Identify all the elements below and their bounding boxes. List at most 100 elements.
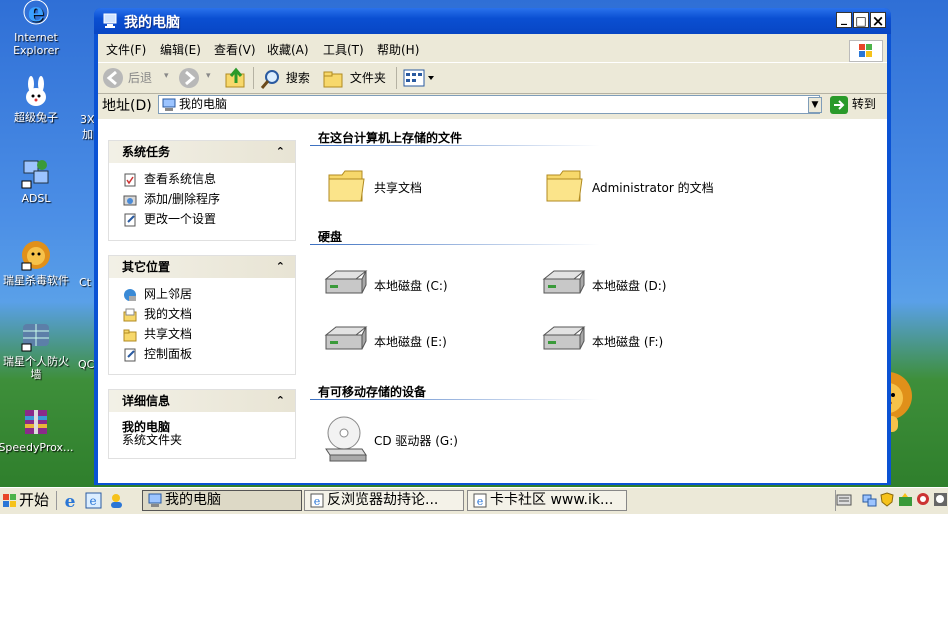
system-tasks-header[interactable]: 系统任务 ⌃ bbox=[109, 141, 295, 163]
other-places-header[interactable]: 其它位置 ⌃ bbox=[109, 256, 295, 278]
back-button[interactable]: 后退 bbox=[102, 67, 162, 89]
hard-drive-icon bbox=[542, 326, 586, 350]
taskbar-item-kaka[interactable]: e 卡卡社区 www.ik... bbox=[467, 490, 627, 511]
desktop-icon-label: ADSL bbox=[21, 192, 51, 205]
details-header[interactable]: 详细信息 ⌃ bbox=[109, 390, 295, 412]
desktop-icon-adsl[interactable]: ADSL bbox=[0, 157, 74, 205]
tray-shield-icon[interactable] bbox=[880, 492, 894, 510]
views-button[interactable] bbox=[402, 68, 436, 91]
item-label: 本地磁盘 (C:) bbox=[374, 279, 448, 293]
desktop-icon-rising-firewall[interactable]: 瑞星个人防火 墙 bbox=[0, 320, 74, 381]
maximize-button[interactable]: □ bbox=[853, 12, 869, 28]
go-button[interactable]: 转到 bbox=[830, 95, 876, 114]
taskbar-item-my-computer[interactable]: 我的电脑 bbox=[142, 490, 302, 511]
taskbar-item-forum[interactable]: e 反浏览器劫持论... bbox=[304, 490, 464, 511]
computer-icon bbox=[162, 98, 176, 117]
rabbit-icon bbox=[20, 76, 52, 108]
quicklaunch-ie2-icon[interactable]: e bbox=[85, 492, 102, 512]
hard-drive-icon bbox=[324, 270, 368, 294]
folders-label: 文件夹 bbox=[349, 71, 386, 85]
menu-tools[interactable]: 工具(T) bbox=[323, 41, 364, 58]
address-dropdown-button[interactable]: ▼ bbox=[808, 97, 822, 113]
group-title-drives: 硬盘 bbox=[318, 230, 343, 244]
desktop-icon-ie[interactable]: e Internet Explorer bbox=[0, 0, 74, 57]
search-button[interactable]: 搜索 bbox=[260, 68, 310, 89]
item-administrator-documents[interactable]: Administrator 的文档 bbox=[544, 165, 744, 205]
back-dropdown-icon[interactable]: ▾ bbox=[164, 71, 169, 81]
tray-security-icon[interactable] bbox=[898, 492, 913, 510]
minimize-button[interactable]: _ bbox=[836, 12, 852, 28]
tray-tool-icon[interactable] bbox=[916, 492, 931, 510]
title-bar[interactable]: 我的电脑 _ □ × bbox=[94, 8, 891, 34]
back-arrow-icon bbox=[102, 67, 124, 92]
desktop-icon-rabbit[interactable]: 超级兔子 bbox=[0, 76, 74, 124]
up-folder-icon bbox=[225, 67, 245, 88]
menu-edit[interactable]: 编辑(E) bbox=[160, 41, 201, 58]
other-places-panel: 其它位置 ⌃ 网上邻居 我的文档 共享文档 控制面板 bbox=[108, 255, 296, 375]
collapse-chevron-icon[interactable]: ⌃ bbox=[276, 141, 285, 163]
network-places-icon bbox=[123, 288, 137, 302]
tray-network-icon[interactable] bbox=[862, 492, 877, 510]
lion-icon bbox=[20, 239, 52, 271]
item-drive-d[interactable]: 本地磁盘 (D:) bbox=[540, 269, 700, 299]
start-button[interactable]: 开始 bbox=[0, 489, 55, 512]
place-shared-documents[interactable]: 共享文档 bbox=[109, 324, 295, 344]
task-label: 我的电脑 bbox=[165, 492, 221, 508]
system-tasks-title: 系统任务 bbox=[122, 145, 171, 159]
archive-icon bbox=[20, 406, 52, 438]
item-drive-e[interactable]: 本地磁盘 (E:) bbox=[322, 325, 482, 355]
place-control-panel[interactable]: 控制面板 bbox=[109, 344, 295, 364]
back-label: 后退 bbox=[128, 71, 153, 85]
item-cd-drive[interactable]: CD 驱动器 (G:) bbox=[322, 415, 482, 463]
desktop-icon-speedyproxy[interactable]: SpeedyProx... bbox=[0, 406, 74, 454]
quicklaunch-ie-icon[interactable]: e bbox=[62, 492, 79, 512]
item-label: 共享文档 bbox=[374, 181, 423, 195]
content-area: 系统任务 ⌃ 查看系统信息 添加/删除程序 更改一个设置 其它位置 ⌃ 网上邻居… bbox=[98, 119, 887, 483]
task-change-setting[interactable]: 更改一个设置 bbox=[109, 209, 295, 229]
details-panel: 详细信息 ⌃ 我的电脑 系统文件夹 bbox=[108, 389, 296, 459]
folders-button[interactable]: 文件夹 bbox=[322, 68, 386, 89]
task-add-remove-programs[interactable]: 添加/删除程序 bbox=[109, 189, 295, 209]
address-input[interactable]: 我的电脑 bbox=[158, 95, 820, 114]
place-network[interactable]: 网上邻居 bbox=[109, 284, 295, 304]
ie-icon: e bbox=[20, 0, 52, 28]
hard-drive-icon bbox=[324, 326, 368, 350]
go-label: 转到 bbox=[851, 97, 876, 111]
forward-button[interactable] bbox=[178, 67, 200, 92]
place-my-documents[interactable]: 我的文档 bbox=[109, 304, 295, 324]
folder-icon bbox=[328, 170, 365, 202]
close-button[interactable]: × bbox=[870, 12, 886, 29]
quicklaunch-messenger-icon[interactable] bbox=[108, 492, 125, 512]
task-view-system-info[interactable]: 查看系统信息 bbox=[109, 169, 295, 189]
network-icon bbox=[20, 157, 52, 189]
control-panel-icon bbox=[123, 348, 137, 362]
item-shared-documents[interactable]: 共享文档 bbox=[326, 165, 486, 205]
desktop-icon-label: SpeedyProx... bbox=[0, 441, 74, 454]
svg-text:e: e bbox=[89, 494, 96, 508]
menu-favorites[interactable]: 收藏(A) bbox=[267, 41, 309, 58]
search-label: 搜索 bbox=[285, 71, 310, 85]
forward-dropdown-icon[interactable]: ▾ bbox=[206, 71, 211, 81]
collapse-chevron-icon[interactable]: ⌃ bbox=[276, 390, 285, 412]
group-title-removable: 有可移动存储的设备 bbox=[318, 385, 427, 399]
ie-page-icon: e bbox=[473, 493, 487, 510]
settings-icon bbox=[123, 213, 137, 227]
computer-icon bbox=[103, 13, 117, 29]
toolbar-separator bbox=[396, 67, 397, 89]
svg-text:e: e bbox=[65, 492, 76, 509]
item-drive-c[interactable]: 本地磁盘 (C:) bbox=[322, 269, 482, 299]
search-icon bbox=[260, 69, 279, 89]
tray-app-icon[interactable] bbox=[933, 492, 948, 510]
menu-view[interactable]: 查看(V) bbox=[214, 41, 256, 58]
desktop-icon-rising-av[interactable]: 瑞星杀毒软件 bbox=[0, 239, 74, 287]
up-folder-button[interactable] bbox=[224, 67, 248, 92]
toolbar-separator bbox=[253, 67, 254, 89]
collapse-chevron-icon[interactable]: ⌃ bbox=[276, 256, 285, 278]
item-drive-f[interactable]: 本地磁盘 (F:) bbox=[540, 325, 700, 355]
task-label: 查看系统信息 bbox=[144, 172, 217, 186]
details-description: 系统文件夹 bbox=[122, 433, 183, 447]
menu-help[interactable]: 帮助(H) bbox=[377, 41, 419, 58]
computer-icon bbox=[148, 493, 162, 510]
menu-file[interactable]: 文件(F) bbox=[106, 41, 146, 58]
item-label: Administrator 的文档 bbox=[592, 181, 714, 195]
